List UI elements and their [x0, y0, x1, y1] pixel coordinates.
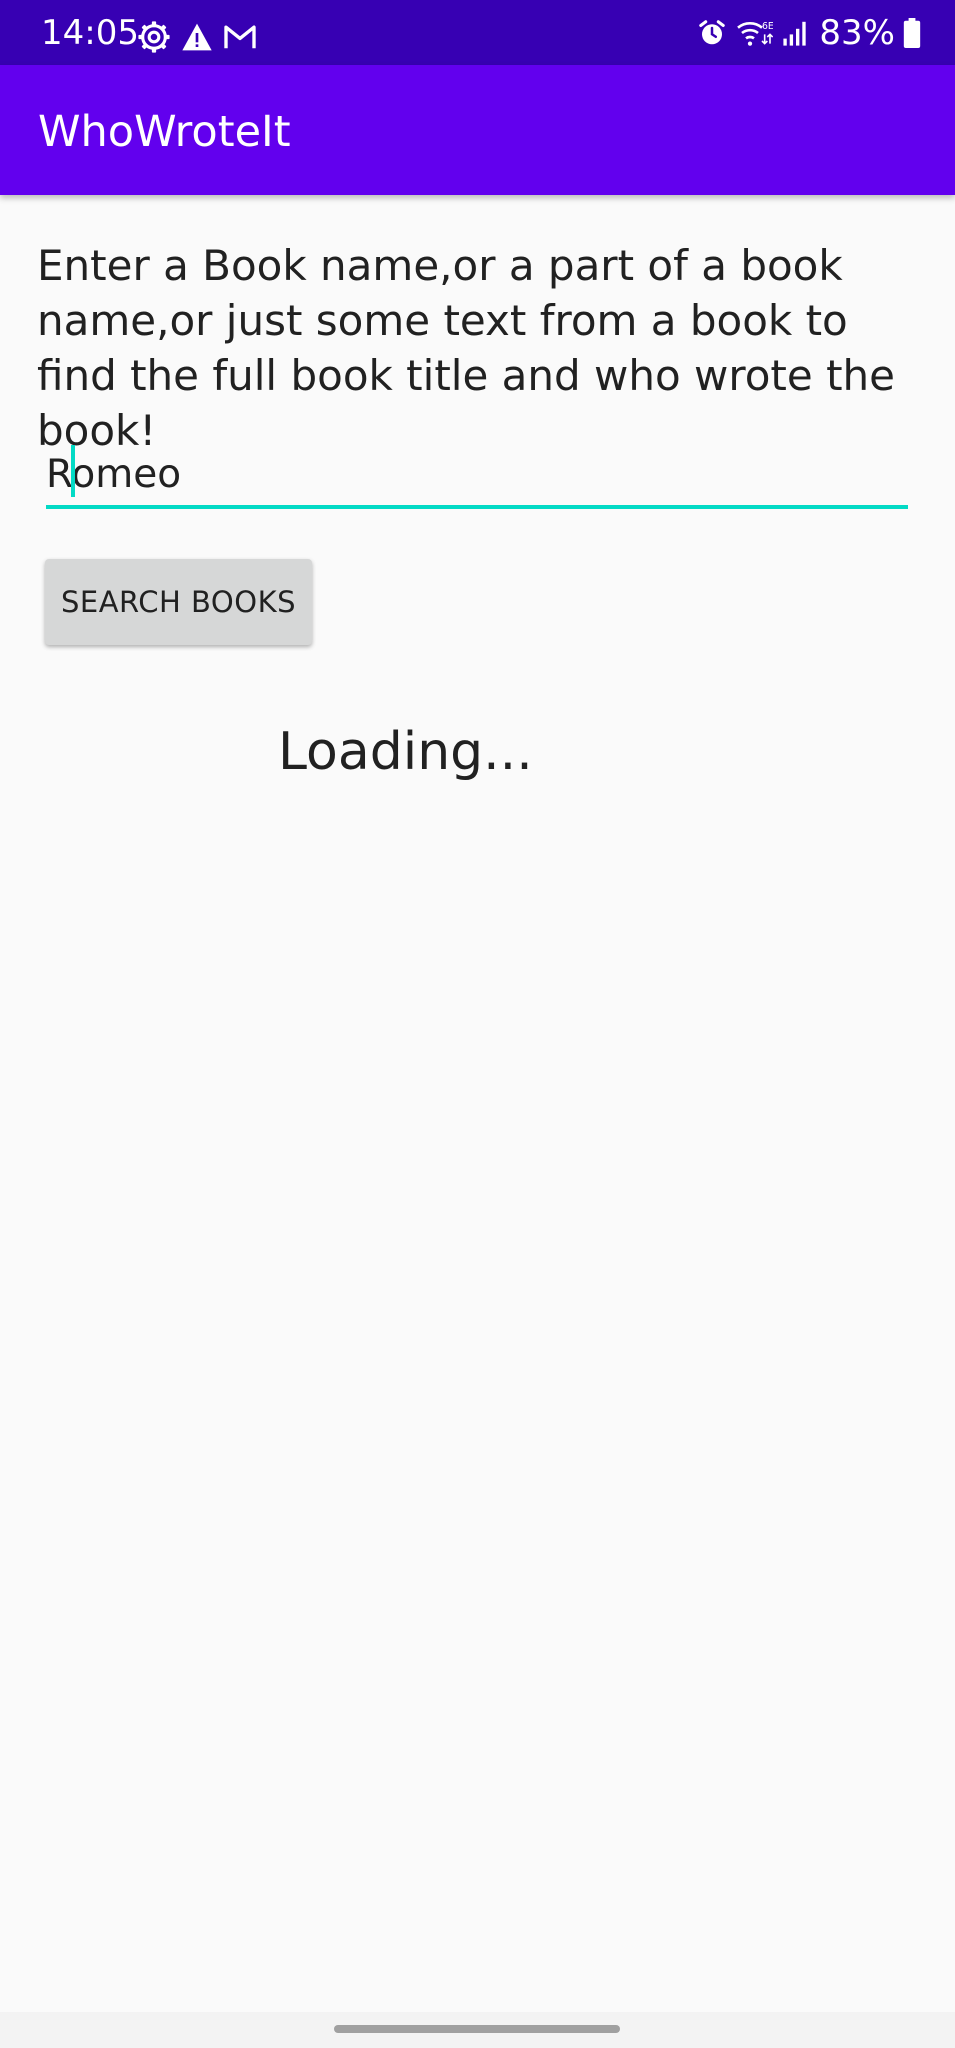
status-time: 14:05	[41, 13, 139, 53]
signal-icon	[783, 21, 807, 46]
gmail-icon	[224, 25, 256, 49]
svg-text:6E: 6E	[762, 21, 773, 32]
warning-icon	[182, 23, 212, 51]
app-screen: 14:05 6E 83% WhoWroteIt Enter a Book nam…	[0, 0, 955, 2048]
input-underline	[46, 505, 908, 509]
search-field[interactable]	[46, 441, 908, 511]
battery-icon	[903, 18, 921, 48]
book-search-input[interactable]	[46, 441, 908, 507]
search-books-button[interactable]: SEARCH BOOKS	[45, 559, 312, 645]
system-status-icons: 6E 83%	[697, 16, 921, 50]
app-title: WhoWroteIt	[38, 107, 291, 157]
battery-percent: 83%	[819, 13, 895, 53]
instructions-text: Enter a Book name,or a part of a book na…	[37, 241, 896, 455]
loading-status-text: Loading...	[278, 722, 533, 782]
settings-gear-icon	[138, 21, 170, 53]
text-cursor	[71, 445, 75, 497]
wifi-6e-icon: 6E	[737, 21, 774, 46]
alarm-icon	[699, 20, 726, 45]
home-gesture-handle[interactable]	[334, 2025, 620, 2033]
status-bar: 14:05 6E 83%	[0, 0, 955, 65]
notification-icons	[137, 21, 257, 53]
